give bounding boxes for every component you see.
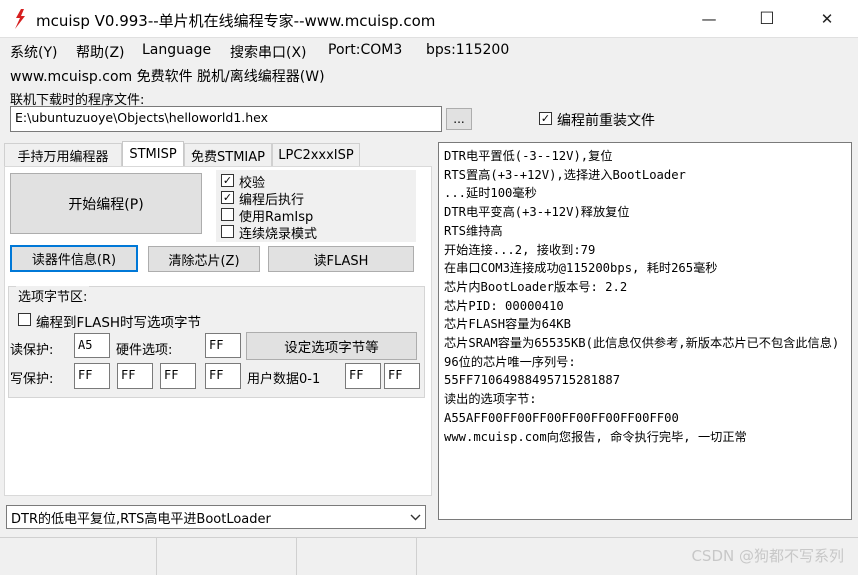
set-option-bytes-button[interactable]: 设定选项字节等 [246,332,417,360]
reset-mode-select[interactable]: DTR的低电平复位,RTS高电平进BootLoader [6,505,426,529]
reload-file-checkbox[interactable]: ✓ [539,112,552,125]
log-line: 芯片FLASH容量为64KB [444,317,571,332]
user-data-label: 用户数据0-1 [247,372,321,387]
chevron-down-icon[interactable] [405,506,425,528]
menu-port[interactable]: Port:COM3 [328,42,402,58]
write-protect-field-0[interactable]: FF [74,363,110,389]
continuous-mode-label: 连续烧录模式 [239,227,318,242]
reset-mode-value: DTR的低电平复位,RTS高电平进BootLoader [11,511,271,527]
write-protect-field-2[interactable]: FF [160,363,196,389]
close-icon: ✕ [820,10,834,28]
log-line: DTR电平变高(+3-+12V)释放复位 [444,205,630,220]
menu-language[interactable]: Language [142,42,211,58]
menu-offline-programmer[interactable]: www.mcuisp.com 免费软件 脱机/离线编程器(W) [10,66,325,86]
run-after-program-checkbox[interactable]: ✓ [221,191,234,204]
log-line: RTS维持高 [444,223,503,238]
menu-system[interactable]: 系统(Y) [10,42,57,62]
title-bar: mcuisp V0.993--单片机在线编程专家--www.mcuisp.com… [0,0,858,38]
use-ramisp-checkbox[interactable] [221,208,234,221]
status-segment [157,538,297,575]
log-line: 芯片PID: 00000410 [444,298,564,313]
read-flash-button[interactable]: 读FLASH [268,246,414,272]
tab-handheld-programmer[interactable]: 手持万用编程器 [4,143,122,166]
program-file-path[interactable]: E:\ubuntuzuoye\Objects\helloworld1.hex [10,106,442,132]
write-protect-field-3[interactable]: FF [205,363,241,389]
window-title: mcuisp V0.993--单片机在线编程专家--www.mcuisp.com [36,12,436,30]
menu-help[interactable]: 帮助(Z) [76,42,125,62]
write-protect-field-1[interactable]: FF [117,363,153,389]
menu-search-port[interactable]: 搜索串口(X) [230,42,307,62]
check-icon: ✓ [222,191,233,204]
reload-file-label: 编程前重装文件 [557,113,655,129]
start-programming-button[interactable]: 开始编程(P) [10,173,202,234]
log-line: 读出的选项字节: [444,392,537,407]
log-line: 芯片SRAM容量为65535KB(此信息仅供参考,新版本芯片已不包含此信息) [444,336,840,351]
user-data-field-1[interactable]: FF [384,363,420,389]
log-line: 开始连接...2, 接收到:79 [444,242,596,257]
minimize-icon: — [701,10,717,28]
erase-chip-button[interactable]: 清除芯片(Z) [148,246,260,272]
log-line: www.mcuisp.com向您报告, 命令执行完毕, 一切正常 [444,429,747,444]
maximize-button[interactable]: ☐ [744,0,790,38]
log-line: 在串口COM3连接成功@115200bps, 耗时265毫秒 [444,261,718,276]
tab-free-stmiap[interactable]: 免费STMIAP [184,143,272,166]
user-data-field-0[interactable]: FF [345,363,381,389]
log-output[interactable]: DTR电平置低(-3--12V),复位 RTS置高(+3-+12V),选择进入Bo… [438,142,852,520]
close-button[interactable]: ✕ [804,0,850,38]
browse-button[interactable]: ... [446,108,472,130]
read-device-info-button[interactable]: 读器件信息(R) [10,245,138,272]
log-line: 96位的芯片唯一序列号: [444,354,576,369]
continuous-mode-checkbox[interactable] [221,225,234,238]
log-line: 芯片内BootLoader版本号: 2.2 [444,279,628,294]
verify-checkbox[interactable]: ✓ [221,174,234,187]
tab-stmisp[interactable]: STMISP [122,141,184,167]
watermark: CSDN @狗都不写系列 [691,547,844,565]
check-icon: ✓ [222,174,233,187]
log-line: RTS置高(+3-+12V),选择进入BootLoader [444,167,686,182]
write-option-bytes-checkbox[interactable] [18,313,31,326]
menu-bps[interactable]: bps:115200 [426,42,509,58]
maximize-icon: ☐ [759,9,775,29]
check-icon: ✓ [540,112,551,125]
log-line: A55AFF00FF00FF00FF00FF00FF00FF00 [444,410,679,425]
log-line: DTR电平置低(-3--12V),复位 [444,149,613,163]
read-protect-label: 读保护: [10,343,54,358]
menu-bar: 系统(Y) 帮助(Z) Language 搜索串口(X) Port:COM3 b… [0,38,858,64]
status-segment [297,538,417,575]
minimize-button[interactable]: — [686,0,732,38]
log-line: 55FF71064988495715281887 [444,373,621,388]
option-bytes-title: 选项字节区: [16,286,90,305]
write-protect-label: 写保护: [10,372,54,387]
log-line: ...延时100毫秒 [444,186,537,201]
status-segment [0,538,157,575]
hardware-option-label: 硬件选项: [116,343,173,358]
hardware-option-field[interactable]: FF [205,333,241,358]
app-logo-icon [15,9,25,29]
write-option-bytes-label: 编程到FLASH时写选项字节 [36,315,202,331]
tab-lpc2xxxisp[interactable]: LPC2xxxISP [272,143,360,166]
read-protect-field[interactable]: A5 [74,333,110,358]
